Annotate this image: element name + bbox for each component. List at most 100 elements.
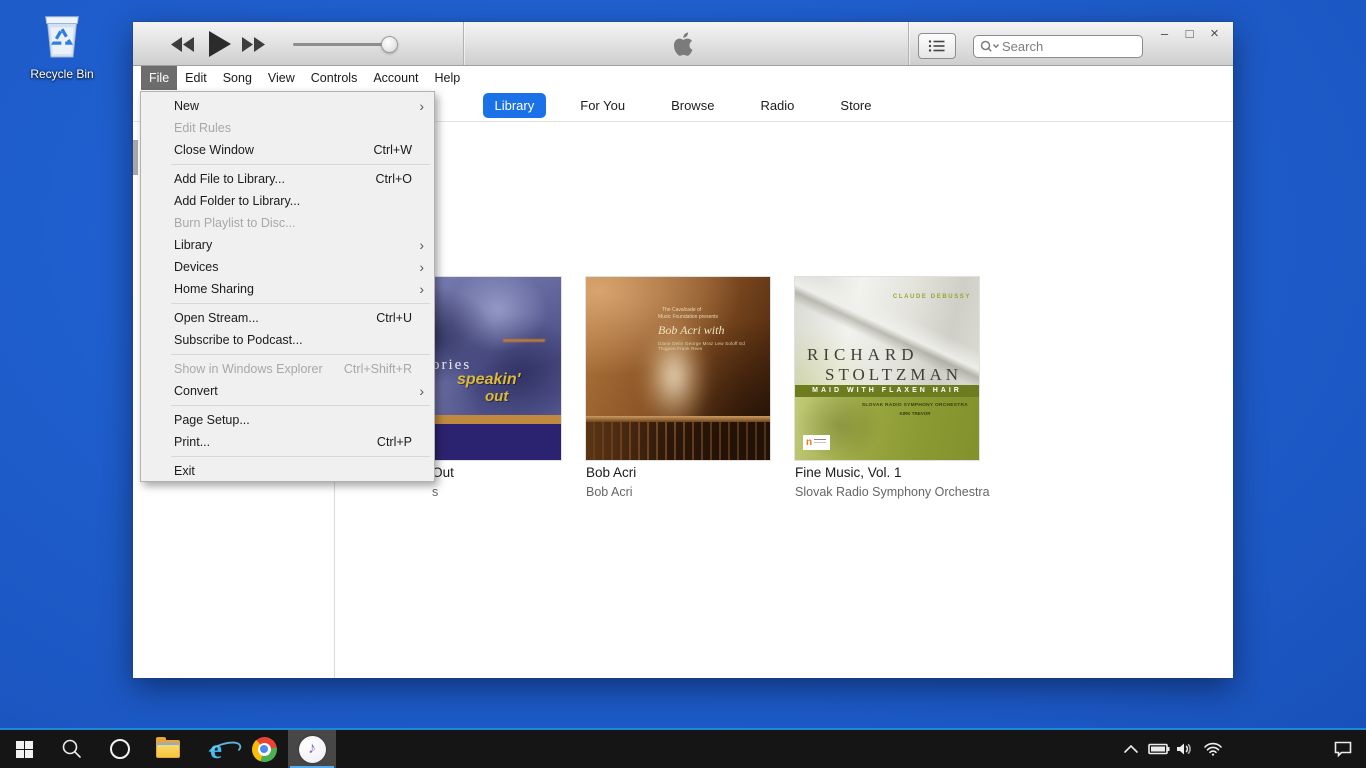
album-title[interactable]: Fine Music, Vol. 1 bbox=[795, 465, 902, 480]
cover-conductor: KIRK TREVOR bbox=[857, 411, 973, 416]
file-explorer-button[interactable] bbox=[144, 730, 192, 768]
close-button[interactable]: × bbox=[1202, 24, 1227, 44]
menu-controls[interactable]: Controls bbox=[303, 66, 366, 90]
volume-slider-knob[interactable] bbox=[381, 36, 398, 53]
menu-song[interactable]: Song bbox=[215, 66, 260, 90]
submenu-arrow-icon: › bbox=[414, 237, 424, 253]
menu-edit[interactable]: Edit bbox=[177, 66, 215, 90]
sidebar-scrollbar[interactable] bbox=[133, 140, 138, 175]
chrome-button[interactable] bbox=[240, 730, 288, 768]
menu-file[interactable]: File bbox=[141, 66, 177, 90]
cortana-icon bbox=[110, 739, 130, 759]
cover-credit-line bbox=[503, 339, 545, 342]
minimize-button[interactable]: – bbox=[1152, 24, 1177, 44]
action-center-icon bbox=[1334, 741, 1352, 757]
volume-slider-track[interactable] bbox=[293, 43, 393, 46]
tab-store[interactable]: Store bbox=[828, 93, 883, 118]
recycle-bin[interactable]: Recycle Bin bbox=[20, 8, 104, 81]
menu-item-close-window[interactable]: Close Window Ctrl+W bbox=[141, 139, 434, 161]
file-menu: New › Edit Rules Close Window Ctrl+W Add… bbox=[140, 91, 435, 482]
album-artist-fragment[interactable]: s bbox=[432, 485, 438, 499]
toolbar: – □ × bbox=[133, 22, 1233, 66]
battery-indicator[interactable] bbox=[1146, 730, 1172, 768]
menu-item-exit[interactable]: Exit bbox=[141, 460, 434, 482]
naxos-logo: n bbox=[803, 435, 830, 450]
album-artist[interactable]: Slovak Radio Symphony Orchestra bbox=[795, 485, 990, 499]
search-icon bbox=[61, 738, 83, 760]
menu-item-add-file-to-library[interactable]: Add File to Library... Ctrl+O bbox=[141, 168, 434, 190]
menu-item-print[interactable]: Print... Ctrl+P bbox=[141, 431, 434, 453]
tab-for-you[interactable]: For You bbox=[568, 93, 637, 118]
search-icon bbox=[980, 40, 1002, 53]
desktop: { "desktop": { "recycle_bin_label": "Rec… bbox=[0, 0, 1366, 768]
menu-help[interactable]: Help bbox=[427, 66, 469, 90]
rewind-icon bbox=[171, 37, 195, 52]
submenu-arrow-icon: › bbox=[414, 383, 424, 399]
toolbar-divider bbox=[463, 22, 464, 65]
maximize-button[interactable]: □ bbox=[1177, 24, 1202, 44]
wifi-icon bbox=[1203, 742, 1223, 756]
action-center-button[interactable] bbox=[1330, 730, 1356, 768]
battery-icon bbox=[1148, 743, 1170, 755]
cover-title-line2: out bbox=[485, 388, 508, 405]
recycle-bin-label: Recycle Bin bbox=[20, 67, 104, 81]
menu-item-subscribe-to-podcast[interactable]: Subscribe to Podcast... bbox=[141, 329, 434, 351]
play-button[interactable] bbox=[209, 31, 231, 62]
windows-logo-icon bbox=[16, 741, 33, 758]
cover-orchestra: SLOVAK RADIO SYMPHONY ORCHESTRA bbox=[857, 403, 973, 408]
album-artist[interactable]: Bob Acri bbox=[586, 485, 633, 499]
volume-indicator[interactable] bbox=[1172, 730, 1198, 768]
network-indicator[interactable] bbox=[1200, 730, 1226, 768]
apple-logo-icon bbox=[673, 31, 696, 63]
cover-top-text: The Cavalcade of bbox=[662, 307, 701, 313]
search-box[interactable] bbox=[973, 35, 1143, 58]
taskbar-search-button[interactable] bbox=[48, 730, 96, 768]
speaker-icon bbox=[1176, 742, 1194, 756]
search-input[interactable] bbox=[1002, 39, 1122, 54]
toolbar-divider bbox=[908, 22, 909, 65]
recycle-bin-icon bbox=[39, 8, 85, 60]
chevron-up-icon bbox=[1124, 745, 1138, 753]
menu-item-convert[interactable]: Convert › bbox=[141, 380, 434, 402]
tray-expand-button[interactable] bbox=[1118, 730, 1144, 768]
rewind-button[interactable] bbox=[171, 37, 195, 57]
menu-item-devices[interactable]: Devices › bbox=[141, 256, 434, 278]
cover-album-title: MAID WITH FLAXEN HAIR bbox=[795, 385, 979, 397]
cover-top-text: Music Foundation presents bbox=[658, 314, 718, 320]
menu-view[interactable]: View bbox=[260, 66, 303, 90]
menu-separator bbox=[171, 303, 430, 304]
start-button[interactable] bbox=[0, 730, 48, 768]
tab-browse[interactable]: Browse bbox=[659, 93, 726, 118]
cover-composer: CLAUDE DEBUSSY bbox=[893, 294, 971, 300]
menu-item-new[interactable]: New › bbox=[141, 95, 434, 117]
menu-item-library[interactable]: Library › bbox=[141, 234, 434, 256]
cover-title-line1: speakin' bbox=[457, 371, 520, 389]
menu-item-add-folder-to-library[interactable]: Add Folder to Library... bbox=[141, 190, 434, 212]
submenu-arrow-icon: › bbox=[414, 98, 424, 114]
internet-explorer-icon: e bbox=[210, 736, 222, 763]
view-options-button[interactable] bbox=[918, 33, 956, 59]
cover-credits: Diane Delin George Mraz Lew Soloff Ed Th… bbox=[658, 341, 762, 351]
menu-item-show-in-explorer: Show in Windows Explorer Ctrl+Shift+R bbox=[141, 358, 434, 380]
album-title[interactable]: Bob Acri bbox=[586, 465, 636, 480]
tab-library[interactable]: Library bbox=[483, 93, 547, 118]
itunes-button[interactable]: ♪ bbox=[288, 730, 336, 768]
cover-artist-line1: RICHARD bbox=[807, 345, 919, 365]
submenu-arrow-icon: › bbox=[414, 281, 424, 297]
list-view-icon bbox=[928, 39, 946, 53]
tab-radio[interactable]: Radio bbox=[748, 93, 806, 118]
menu-bar: File Edit Song View Controls Account Hel… bbox=[133, 66, 1233, 90]
menu-account[interactable]: Account bbox=[365, 66, 426, 90]
submenu-arrow-icon: › bbox=[414, 259, 424, 275]
fast-forward-button[interactable] bbox=[241, 37, 265, 57]
menu-item-page-setup[interactable]: Page Setup... bbox=[141, 409, 434, 431]
menu-item-home-sharing[interactable]: Home Sharing › bbox=[141, 278, 434, 300]
menu-item-open-stream[interactable]: Open Stream... Ctrl+U bbox=[141, 307, 434, 329]
internet-explorer-button[interactable]: e bbox=[192, 730, 240, 768]
play-icon bbox=[209, 31, 231, 57]
album-cover[interactable]: CLAUDE DEBUSSY RICHARD STOLTZMAN MAID WI… bbox=[795, 277, 979, 460]
menu-separator bbox=[171, 456, 430, 457]
cover-piano-keys bbox=[586, 422, 770, 460]
cortana-button[interactable] bbox=[96, 730, 144, 768]
album-cover[interactable]: The Cavalcade of Music Foundation presen… bbox=[586, 277, 770, 460]
